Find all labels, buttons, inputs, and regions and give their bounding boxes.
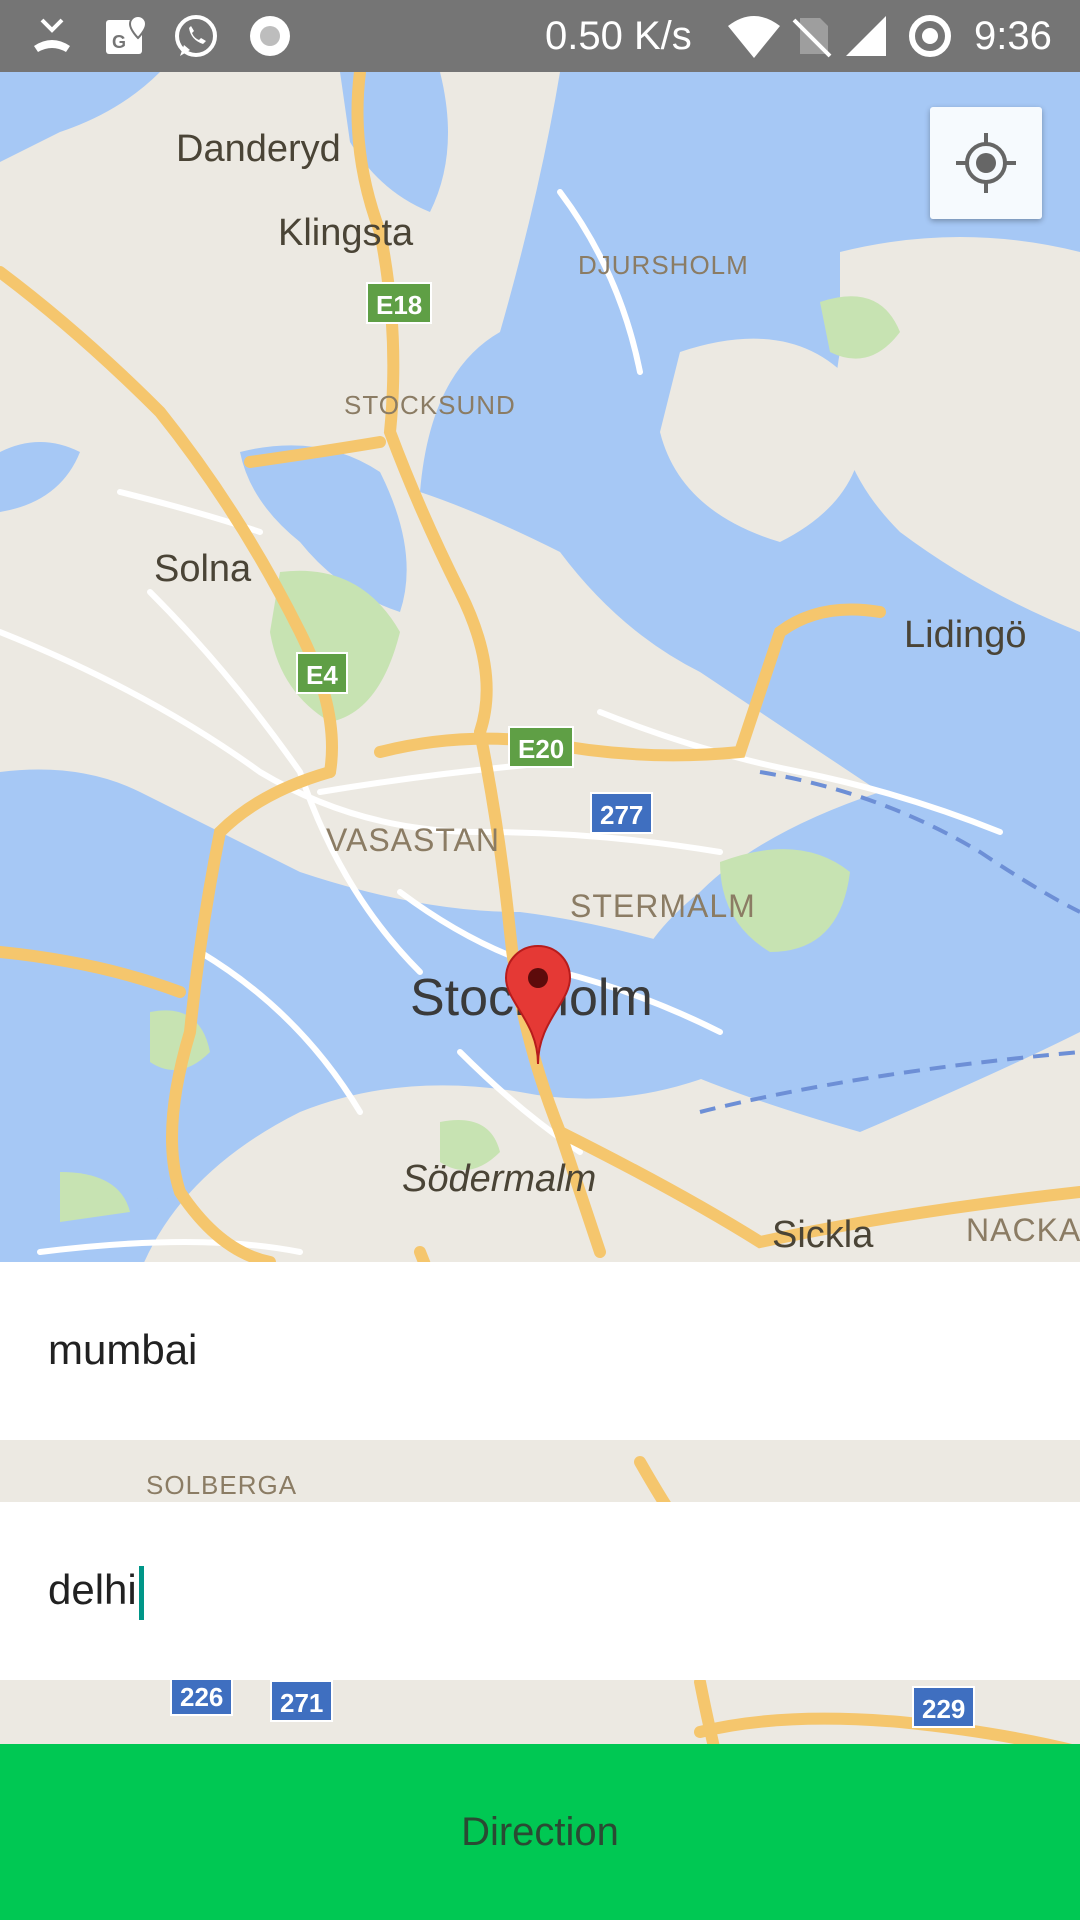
record-icon (250, 16, 290, 56)
map-label-solberga: SOLBERGA (146, 1470, 298, 1500)
missed-call-icon (34, 18, 70, 52)
wifi-icon (728, 16, 780, 58)
direction-button[interactable]: Direction (0, 1744, 1080, 1920)
road-shield-277: 277 (590, 792, 654, 834)
map-label-vasastan: VASASTAN (326, 822, 500, 858)
whatsapp-icon (175, 15, 217, 57)
origin-input-value[interactable]: mumbai (48, 1326, 197, 1374)
destination-text[interactable]: delhi (48, 1566, 137, 1613)
status-bar: G 0.50 K/s 9:36 (0, 0, 1080, 72)
road-shield-229: 229 (912, 1686, 976, 1728)
location-pin-icon[interactable] (504, 944, 572, 1066)
map-label-djursholm: DJURSHOLM (578, 250, 749, 280)
map-label-sickla: Sickla (772, 1214, 874, 1256)
destination-input-value[interactable]: delhi (48, 1566, 144, 1620)
no-sim-icon (792, 18, 832, 58)
clock: 9:36 (974, 14, 1052, 58)
map-label-stocksund: STOCKSUND (344, 390, 516, 420)
svg-text:G: G (112, 32, 126, 52)
map-label-klingsta: Klingsta (278, 212, 414, 254)
my-location-button[interactable] (930, 107, 1042, 219)
destination-field[interactable]: delhi (0, 1502, 1080, 1680)
map-label-ostermalm: STERMALM (570, 888, 756, 924)
maps-notification-icon: G (106, 14, 148, 54)
map-label-nacka: NACKA (966, 1212, 1080, 1248)
road-shield-e20: E20 (508, 726, 575, 768)
road-shield-226: 226 (170, 1674, 234, 1716)
road-shield-e18: E18 (366, 282, 433, 324)
text-cursor (138, 1566, 144, 1620)
map-label-danderyd: Danderyd (176, 128, 341, 170)
road-shield-271: 271 (270, 1680, 334, 1722)
map-label-lidingo: Lidingö (904, 614, 1027, 656)
map-label-solna: Solna (154, 548, 252, 590)
crosshair-icon (956, 133, 1016, 193)
network-speed: 0.50 K/s (545, 14, 692, 58)
signal-icon (846, 16, 886, 56)
map-label-sodermalm: Södermalm (402, 1158, 597, 1200)
origin-field[interactable]: mumbai (0, 1262, 1080, 1440)
hotspot-icon (909, 15, 951, 57)
road-shield-e4: E4 (296, 652, 348, 694)
